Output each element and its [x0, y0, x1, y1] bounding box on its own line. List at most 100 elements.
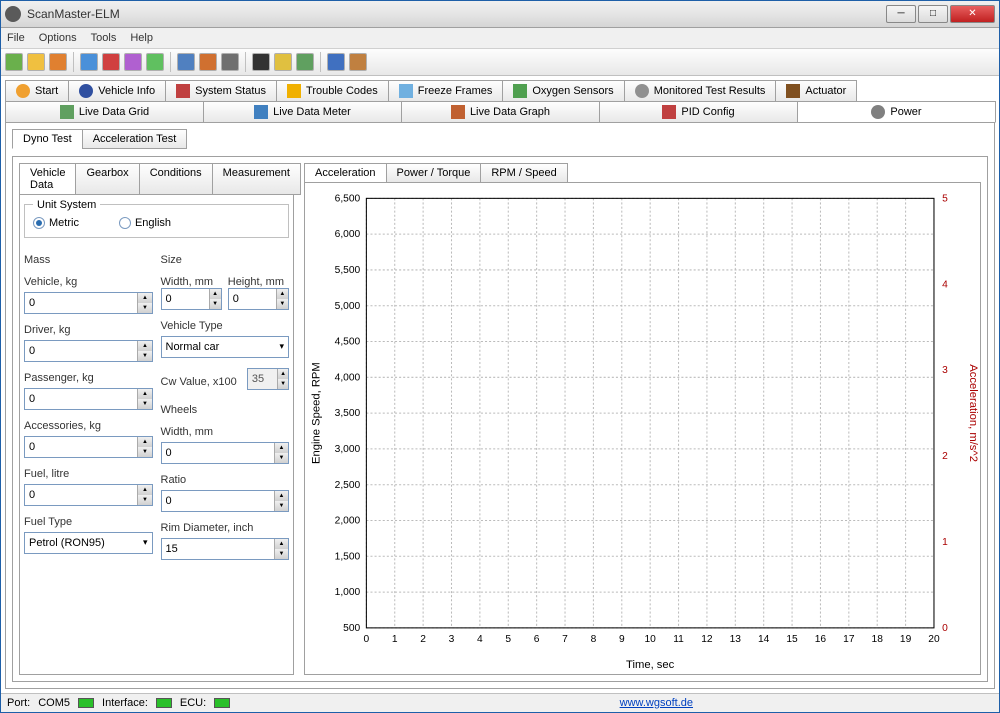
svg-text:10: 10: [644, 634, 656, 645]
tab-system-status[interactable]: System Status: [165, 80, 277, 102]
toolbar-icon[interactable]: [177, 53, 195, 71]
vehicle-type-select[interactable]: Normal car: [161, 336, 290, 358]
width-mm-input[interactable]: ▲▼: [161, 288, 222, 310]
svg-text:16: 16: [815, 634, 827, 645]
titlebar: ScanMaster-ELM ─ □ ✕: [1, 1, 999, 28]
app-icon: [5, 6, 21, 22]
svg-text:3,000: 3,000: [335, 444, 361, 455]
tab-actuator[interactable]: Actuator: [775, 80, 857, 102]
toolbar-icon[interactable]: [221, 53, 239, 71]
toolbar-icon[interactable]: [49, 53, 67, 71]
test-icon: [635, 84, 649, 98]
svg-text:5: 5: [942, 193, 948, 204]
menu-file[interactable]: File: [7, 32, 25, 44]
svg-text:6,000: 6,000: [335, 229, 361, 240]
freeze-icon: [399, 84, 413, 98]
toolbar-icon[interactable]: [124, 53, 142, 71]
tab-pid-config[interactable]: PID Config: [599, 101, 798, 123]
tab-power[interactable]: Power: [797, 101, 996, 123]
svg-text:2: 2: [942, 451, 948, 462]
graph-icon: [451, 105, 465, 119]
fuel-type-select[interactable]: Petrol (RON95): [24, 532, 153, 554]
tab-oxygen-sensors[interactable]: Oxygen Sensors: [502, 80, 624, 102]
tab-live-data-grid[interactable]: Live Data Grid: [5, 101, 204, 123]
toolbar-icon[interactable]: [27, 53, 45, 71]
vehicle-kg-input[interactable]: ▲▼: [24, 292, 153, 314]
svg-text:17: 17: [843, 634, 855, 645]
menu-help[interactable]: Help: [130, 32, 153, 44]
svg-text:18: 18: [872, 634, 884, 645]
svg-text:19: 19: [900, 634, 912, 645]
vehicle-kg-label: Vehicle, kg: [24, 276, 153, 288]
tab-dyno-test[interactable]: Dyno Test: [12, 129, 83, 149]
svg-text:3,500: 3,500: [335, 408, 361, 419]
warning-icon: [287, 84, 301, 98]
toolbar-icon[interactable]: [146, 53, 164, 71]
cw-value-label: Cw Value, x100: [161, 376, 241, 388]
close-button[interactable]: ✕: [950, 5, 995, 23]
tab-chart-acceleration[interactable]: Acceleration: [304, 163, 387, 183]
radio-english[interactable]: English: [119, 217, 171, 229]
cw-value-input[interactable]: ▲▼: [247, 368, 289, 390]
actuator-icon: [786, 84, 800, 98]
svg-text:1: 1: [392, 634, 398, 645]
svg-text:1,000: 1,000: [335, 587, 361, 598]
passenger-kg-label: Passenger, kg: [24, 372, 153, 384]
tab-vehicle-info[interactable]: Vehicle Info: [68, 80, 166, 102]
radio-metric[interactable]: Metric: [33, 217, 79, 229]
svg-text:13: 13: [730, 634, 742, 645]
tab-freeze-frames[interactable]: Freeze Frames: [388, 80, 504, 102]
ratio-input[interactable]: ▲▼: [161, 490, 290, 512]
tab-trouble-codes[interactable]: Trouble Codes: [276, 80, 389, 102]
tab-live-data-graph[interactable]: Live Data Graph: [401, 101, 600, 123]
minimize-button[interactable]: ─: [886, 5, 916, 23]
pid-icon: [662, 105, 676, 119]
toolbar-icon[interactable]: [327, 53, 345, 71]
tab-start[interactable]: Start: [5, 80, 69, 102]
rim-diameter-label: Rim Diameter, inch: [161, 522, 290, 534]
svg-text:4,500: 4,500: [335, 336, 361, 347]
toolbar-icon[interactable]: [102, 53, 120, 71]
toolbar-icon[interactable]: [349, 53, 367, 71]
toolbar-icon[interactable]: [296, 53, 314, 71]
mass-legend: Mass: [24, 254, 153, 266]
svg-text:0: 0: [364, 634, 370, 645]
toolbar-icon[interactable]: [274, 53, 292, 71]
svg-text:3: 3: [942, 365, 948, 376]
tab-monitored-tests[interactable]: Monitored Test Results: [624, 80, 777, 102]
driver-kg-label: Driver, kg: [24, 324, 153, 336]
vehicle-type-label: Vehicle Type: [161, 320, 290, 332]
size-legend: Size: [161, 254, 290, 266]
driver-kg-input[interactable]: ▲▼: [24, 340, 153, 362]
tab-chart-rpm-speed[interactable]: RPM / Speed: [480, 163, 567, 183]
maximize-button[interactable]: □: [918, 5, 948, 23]
toolbar-icon[interactable]: [5, 53, 23, 71]
accessories-kg-input[interactable]: ▲▼: [24, 436, 153, 458]
test-tabs: Dyno Test Acceleration Test: [12, 129, 988, 149]
tab-gearbox[interactable]: Gearbox: [75, 163, 139, 195]
tab-vehicle-data[interactable]: Vehicle Data: [19, 163, 76, 195]
rim-diameter-input[interactable]: ▲▼: [161, 538, 290, 560]
toolbar-icon[interactable]: [199, 53, 217, 71]
wheels-width-label: Width, mm: [161, 426, 290, 438]
website-link[interactable]: www.wgsoft.de: [620, 697, 693, 709]
menu-tools[interactable]: Tools: [91, 32, 117, 44]
tab-measurement[interactable]: Measurement: [212, 163, 301, 195]
window-title: ScanMaster-ELM: [27, 7, 884, 21]
toolbar-icon[interactable]: [80, 53, 98, 71]
meter-icon: [254, 105, 268, 119]
tab-conditions[interactable]: Conditions: [139, 163, 213, 195]
wheels-width-input[interactable]: ▲▼: [161, 442, 290, 464]
wheels-legend: Wheels: [161, 404, 290, 416]
interface-label: Interface:: [102, 697, 148, 709]
tab-chart-power-torque[interactable]: Power / Torque: [386, 163, 482, 183]
tab-live-data-meter[interactable]: Live Data Meter: [203, 101, 402, 123]
menu-options[interactable]: Options: [39, 32, 77, 44]
toolbar-icon[interactable]: [252, 53, 270, 71]
svg-text:2,500: 2,500: [335, 480, 361, 491]
svg-text:8: 8: [591, 634, 597, 645]
passenger-kg-input[interactable]: ▲▼: [24, 388, 153, 410]
fuel-litre-input[interactable]: ▲▼: [24, 484, 153, 506]
tab-acceleration-test[interactable]: Acceleration Test: [82, 129, 188, 149]
height-mm-input[interactable]: ▲▼: [228, 288, 289, 310]
